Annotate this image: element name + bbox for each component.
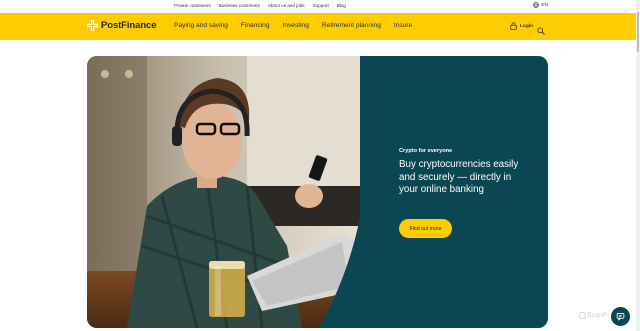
lock-icon [510,22,517,30]
hero-text-block: Crypto for everyone Buy cryptocurrencies… [399,148,519,197]
chat-icon [616,312,625,321]
scrollbar-thumb[interactable] [637,12,639,52]
nav-retirement-planning[interactable]: Retirement planning [322,22,381,29]
language-label: EN [541,2,548,8]
chat-button[interactable] [611,307,630,326]
hero-banner: Crypto for everyone Buy cryptocurrencies… [87,56,548,328]
hero-eyebrow: Crypto for everyone [399,148,453,154]
link-business-customers[interactable]: Business customers [219,3,260,8]
hero-headline: Buy cryptocurrencies easily and securely… [399,159,519,195]
nav-financing[interactable]: Financing [241,22,270,29]
search-button[interactable] [537,22,545,40]
audience-links: Private customers Business customers Abo… [174,3,346,8]
search-icon [537,27,545,35]
main-header: PostFinance Paying and saving Financing … [0,13,636,40]
link-support[interactable]: Support [313,3,329,8]
find-out-more-button[interactable]: Find out more [399,219,452,238]
login-label: Login [520,23,534,29]
scan-icon [579,312,586,319]
watermark-text: ScanFi [587,312,609,319]
scanfi-watermark: ScanFi [579,312,609,319]
main-nav: Paying and saving Financing Investing Re… [174,22,412,29]
nav-paying-and-saving[interactable]: Paying and saving [174,22,228,29]
globe-icon [533,2,540,8]
link-blog[interactable]: Blog [337,3,346,8]
postfinance-logo[interactable]: PostFinance [87,20,156,31]
top-utility-bar: Private customers Business customers Abo… [0,0,640,13]
postfinance-cross-icon [87,20,98,31]
login-button[interactable]: Login [510,22,533,30]
link-private-customers[interactable]: Private customers [174,3,211,8]
page-scrollbar[interactable] [636,0,640,331]
nav-insure[interactable]: Insure [394,22,412,29]
logo-text: PostFinance [101,20,157,31]
nav-investing[interactable]: Investing [282,22,308,29]
language-selector[interactable]: EN [533,2,548,8]
link-about-us-jobs[interactable]: About us and jobs [268,3,305,8]
